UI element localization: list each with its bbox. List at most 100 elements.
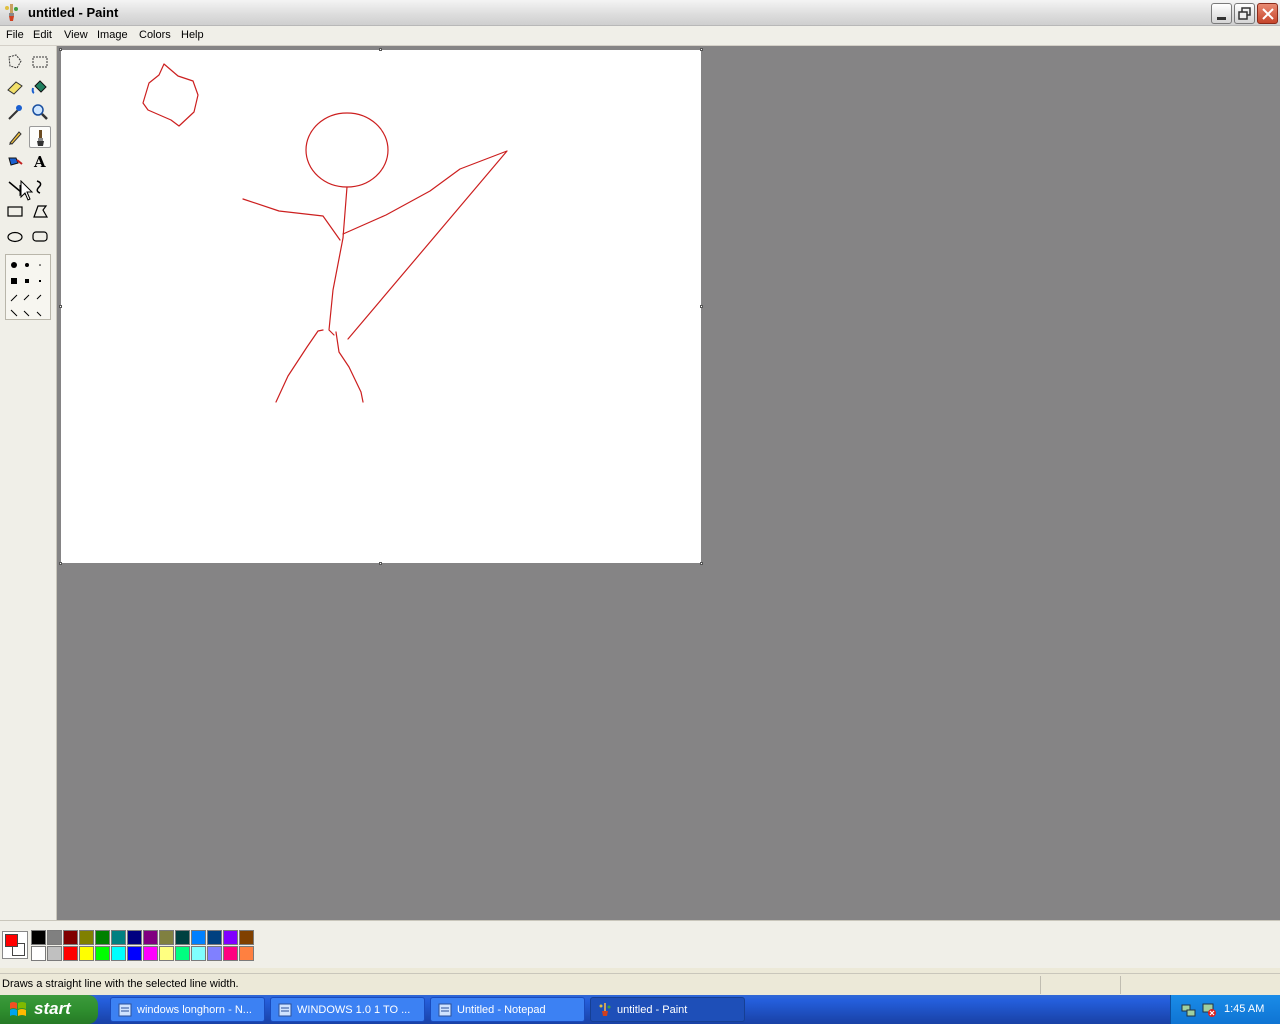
palette-color-swatch[interactable] — [239, 946, 254, 961]
palette-color-swatch[interactable] — [79, 946, 94, 961]
palette-color-swatch[interactable] — [63, 946, 78, 961]
polygon-icon — [33, 205, 49, 218]
menu-edit[interactable]: Edit — [33, 29, 52, 41]
palette-color-swatch[interactable] — [127, 930, 142, 945]
palette-color-swatch[interactable] — [95, 946, 110, 961]
foreground-color-swatch[interactable] — [5, 934, 18, 947]
pick-color-icon — [8, 105, 22, 120]
taskbar: start windows longhorn - N... WINDOWS 1.… — [0, 995, 1280, 1024]
fill-with-color-icon — [31, 80, 47, 94]
close-button[interactable] — [1257, 3, 1278, 24]
taskbar-clock: 1:45 AM — [1224, 1003, 1265, 1015]
palette-color-swatch[interactable] — [95, 930, 110, 945]
brush-shapes — [10, 262, 42, 317]
menu-colors[interactable]: Colors — [139, 29, 171, 41]
free-form-select-tool[interactable] — [4, 51, 26, 73]
start-button[interactable]: start — [0, 995, 98, 1024]
title-bar[interactable]: untitled - Paint — [0, 0, 1280, 26]
palette-color-swatch[interactable] — [223, 946, 238, 961]
menu-view[interactable]: View — [64, 29, 88, 41]
resize-handle — [700, 48, 703, 51]
taskbar-item-notepad-windows[interactable]: WINDOWS 1.0 1 TO ... — [270, 997, 425, 1022]
network-icon[interactable] — [1181, 1002, 1197, 1018]
palette-color-swatch[interactable] — [223, 930, 238, 945]
free-form-select-icon — [8, 54, 22, 69]
palette-color-swatch[interactable] — [143, 930, 158, 945]
taskbar-item-notepad-longhorn[interactable]: windows longhorn - N... — [110, 997, 265, 1022]
restore-icon — [1238, 7, 1251, 20]
eraser-tool[interactable] — [4, 76, 26, 98]
pick-color-tool[interactable] — [4, 101, 26, 123]
palette-color-swatch[interactable] — [143, 946, 158, 961]
rounded-rectangle-tool[interactable] — [29, 225, 51, 247]
resize-handle-right[interactable] — [700, 305, 703, 308]
text-icon: A — [33, 153, 46, 171]
palette-color-swatch[interactable] — [31, 930, 46, 945]
resize-handle — [59, 305, 62, 308]
menu-help[interactable]: Help — [181, 29, 204, 41]
drawing-canvas[interactable] — [61, 50, 701, 563]
resize-handle — [59, 48, 62, 51]
notepad-icon — [278, 1003, 292, 1017]
notepad-icon — [118, 1003, 132, 1017]
windows-logo-icon — [10, 1002, 26, 1016]
drawing-strokes — [142, 63, 508, 403]
palette-color-swatch[interactable] — [175, 930, 190, 945]
taskbar-item-paint[interactable]: untitled - Paint — [590, 997, 745, 1022]
menu-file[interactable]: File — [6, 29, 24, 41]
pencil-tool[interactable] — [4, 126, 26, 148]
notepad-icon — [438, 1003, 452, 1017]
brush-shape-options[interactable] — [5, 254, 51, 320]
minimize-button[interactable] — [1211, 3, 1232, 24]
taskbar-item-label: untitled - Paint — [617, 1004, 688, 1016]
palette-color-swatch[interactable] — [47, 930, 62, 945]
resize-handle-bottom[interactable] — [379, 562, 382, 565]
magnifier-tool[interactable] — [29, 101, 51, 123]
taskbar-item-label: windows longhorn - N... — [137, 1004, 252, 1016]
window-title: untitled - Paint — [28, 5, 119, 20]
palette-color-swatch[interactable] — [159, 930, 174, 945]
restore-button[interactable] — [1234, 3, 1255, 24]
rectangle-tool[interactable] — [4, 200, 26, 222]
current-colors — [2, 931, 28, 959]
start-label: start — [34, 999, 71, 1018]
palette-color-swatch[interactable] — [31, 946, 46, 961]
airbrush-tool[interactable] — [4, 150, 26, 172]
palette-color-swatch[interactable] — [239, 930, 254, 945]
fill-with-color-tool[interactable] — [29, 76, 51, 98]
paint-app-icon[interactable] — [4, 4, 20, 22]
palette-color-swatch[interactable] — [127, 946, 142, 961]
polygon-tool[interactable] — [29, 200, 51, 222]
ellipse-tool[interactable] — [4, 225, 26, 247]
taskbar-item-untitled-notepad[interactable]: Untitled - Notepad — [430, 997, 585, 1022]
ellipse-icon — [7, 231, 23, 243]
palette-color-swatch[interactable] — [47, 946, 62, 961]
toolbox: A — [0, 46, 57, 920]
eraser-icon — [7, 81, 23, 95]
close-icon — [1262, 8, 1274, 20]
brush-icon — [37, 130, 44, 146]
magnifier-icon — [32, 104, 48, 120]
palette-color-swatch[interactable] — [63, 930, 78, 945]
palette-color-swatch[interactable] — [111, 946, 126, 961]
network-warning-icon[interactable] — [1201, 1002, 1217, 1018]
system-tray: 1:45 AM — [1170, 995, 1280, 1024]
brush-tool[interactable] — [29, 126, 51, 148]
palette-color-swatch[interactable] — [79, 930, 94, 945]
select-tool[interactable] — [29, 51, 51, 73]
palette-color-swatch[interactable] — [191, 946, 206, 961]
palette-color-swatch[interactable] — [207, 930, 222, 945]
resize-handle-corner[interactable] — [700, 562, 703, 565]
palette-color-swatch[interactable] — [175, 946, 190, 961]
palette-color-swatch[interactable] — [207, 946, 222, 961]
text-tool[interactable]: A — [29, 150, 51, 172]
palette-color-swatch[interactable] — [111, 930, 126, 945]
pencil-icon — [9, 131, 22, 145]
canvas-workspace — [57, 46, 1280, 920]
palette-color-swatch[interactable] — [159, 946, 174, 961]
status-bar: Draws a straight line with the selected … — [0, 973, 1280, 995]
select-icon — [32, 56, 48, 68]
minimize-icon — [1217, 17, 1226, 20]
menu-image[interactable]: Image — [97, 29, 128, 41]
palette-color-swatch[interactable] — [191, 930, 206, 945]
